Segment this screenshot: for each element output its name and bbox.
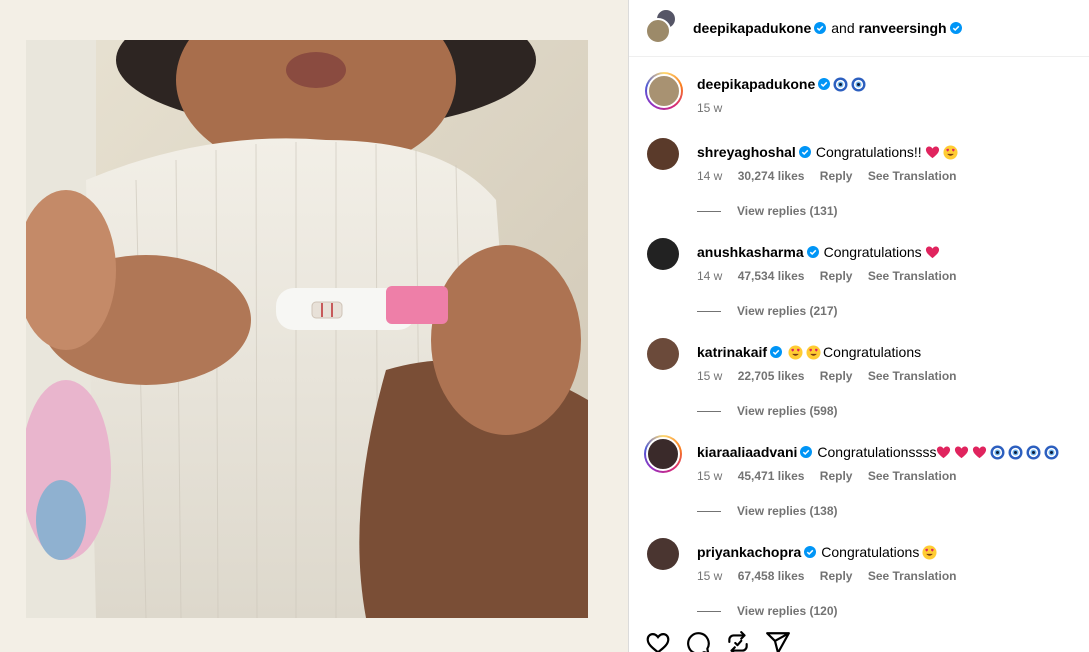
heart-emoji-icon <box>925 246 939 258</box>
see-translation-button[interactable]: See Translation <box>868 369 957 383</box>
comment-likes[interactable]: 30,274 likes <box>738 169 805 183</box>
nazar-amulet-icon <box>1008 445 1023 459</box>
comment-text: Congratulations <box>821 544 920 560</box>
view-replies-label[interactable]: View replies (120) <box>737 604 838 618</box>
comment-avatar[interactable] <box>647 138 679 170</box>
comment-time[interactable]: 15 w <box>697 469 722 483</box>
comment-avatar[interactable] <box>647 238 679 270</box>
collab-avatars[interactable] <box>645 8 677 44</box>
collab-names: deepikapadukone and ranveersingh <box>693 20 962 36</box>
reply-button[interactable]: Reply <box>820 469 853 483</box>
header-username-2[interactable]: ranveersingh <box>859 20 947 36</box>
comment-avatar[interactable] <box>647 538 679 570</box>
comment-username[interactable]: anushkasharma <box>697 244 804 260</box>
reply-button[interactable]: Reply <box>820 269 853 283</box>
comment-username[interactable]: katrinakaif <box>697 344 767 360</box>
heart-emoji-icon <box>925 146 939 158</box>
replies-dash <box>697 610 721 612</box>
repost-icon[interactable] <box>725 630 751 652</box>
verified-icon <box>818 78 831 90</box>
comment-time[interactable]: 15 w <box>697 369 722 383</box>
like-icon[interactable] <box>645 630 671 652</box>
heart-eyes-emoji-icon <box>922 544 937 560</box>
heart-eyes-emoji-icon <box>806 344 821 360</box>
post-caption: deepikapadukone 15 w <box>645 72 866 115</box>
comment-avatar[interactable] <box>644 435 682 473</box>
nazar-amulet-icon <box>990 445 1005 459</box>
nazar-amulet-icon <box>1026 445 1041 459</box>
post-media[interactable] <box>0 0 628 652</box>
reply-button[interactable]: Reply <box>820 569 853 583</box>
verified-icon <box>770 346 783 358</box>
heart-emoji-icon <box>937 446 951 458</box>
view-replies-button[interactable]: View replies (217) <box>697 304 838 318</box>
comment-text: Congratulationssss <box>817 444 937 460</box>
comment-likes[interactable]: 67,458 likes <box>738 569 805 583</box>
view-replies-label[interactable]: View replies (598) <box>737 404 838 418</box>
instagram-post: deepikapadukone and ranveersingh deepika… <box>0 0 1089 652</box>
verified-icon <box>800 446 813 458</box>
comment-text: Congratulations!! <box>815 144 922 160</box>
nazar-amulet-icon <box>851 77 866 91</box>
replies-dash <box>697 410 721 412</box>
heart-emoji-icon <box>973 446 987 458</box>
replies-dash <box>697 310 721 312</box>
header-divider <box>629 56 1089 57</box>
comment-text: Congratulations <box>823 244 922 260</box>
post-header: deepikapadukone and ranveersingh <box>629 0 1089 56</box>
verified-icon <box>804 546 817 558</box>
header-username-1[interactable]: deepikapadukone <box>693 20 811 36</box>
post-photo <box>26 40 588 618</box>
verified-icon <box>798 146 811 158</box>
view-replies-label[interactable]: View replies (138) <box>737 504 838 518</box>
comment-time[interactable]: 14 w <box>697 169 722 183</box>
comment-likes[interactable]: 47,534 likes <box>738 269 805 283</box>
verified-icon <box>806 246 819 258</box>
comment-text: Congratulations <box>823 344 922 360</box>
caption-avatar[interactable] <box>645 72 683 110</box>
view-replies-button[interactable]: View replies (120) <box>697 604 838 618</box>
view-replies-label[interactable]: View replies (217) <box>737 304 838 318</box>
verified-icon <box>814 22 827 34</box>
see-translation-button[interactable]: See Translation <box>868 569 957 583</box>
heart-emoji-icon <box>955 446 969 458</box>
view-replies-button[interactable]: View replies (138) <box>697 504 838 518</box>
nazar-amulet-icon <box>833 77 848 91</box>
comment-icon[interactable] <box>685 630 711 652</box>
see-translation-button[interactable]: See Translation <box>868 469 957 483</box>
caption-time[interactable]: 15 w <box>697 101 866 115</box>
heart-eyes-emoji-icon <box>788 344 803 360</box>
avatar-deepikapadukone[interactable] <box>645 18 671 44</box>
view-replies-button[interactable]: View replies (131) <box>697 204 838 218</box>
replies-dash <box>697 210 721 212</box>
replies-dash <box>697 510 721 512</box>
view-replies-button[interactable]: View replies (598) <box>697 404 838 418</box>
see-translation-button[interactable]: See Translation <box>868 269 957 283</box>
comment-username[interactable]: kiaraaliaadvani <box>697 444 797 460</box>
see-translation-button[interactable]: See Translation <box>868 169 957 183</box>
reply-button[interactable]: Reply <box>820 369 853 383</box>
comment-username[interactable]: shreyaghoshal <box>697 144 796 160</box>
comment-username[interactable]: priyankachopra <box>697 544 801 560</box>
reply-button[interactable]: Reply <box>820 169 853 183</box>
comment-time[interactable]: 15 w <box>697 569 722 583</box>
post-actions <box>645 630 805 652</box>
comment-time[interactable]: 14 w <box>697 269 722 283</box>
view-replies-label[interactable]: View replies (131) <box>737 204 838 218</box>
comment-avatar[interactable] <box>647 338 679 370</box>
header-connector: and <box>831 20 855 36</box>
caption-username[interactable]: deepikapadukone <box>697 76 815 92</box>
verified-icon <box>949 22 962 34</box>
comments-pane: deepikapadukone and ranveersingh deepika… <box>629 0 1089 652</box>
share-icon[interactable] <box>765 630 791 652</box>
nazar-amulet-icon <box>1044 445 1059 459</box>
comment-likes[interactable]: 22,705 likes <box>738 369 805 383</box>
post-photo-frame <box>26 40 588 618</box>
comment-likes[interactable]: 45,471 likes <box>738 469 805 483</box>
heart-eyes-emoji-icon <box>943 144 958 160</box>
